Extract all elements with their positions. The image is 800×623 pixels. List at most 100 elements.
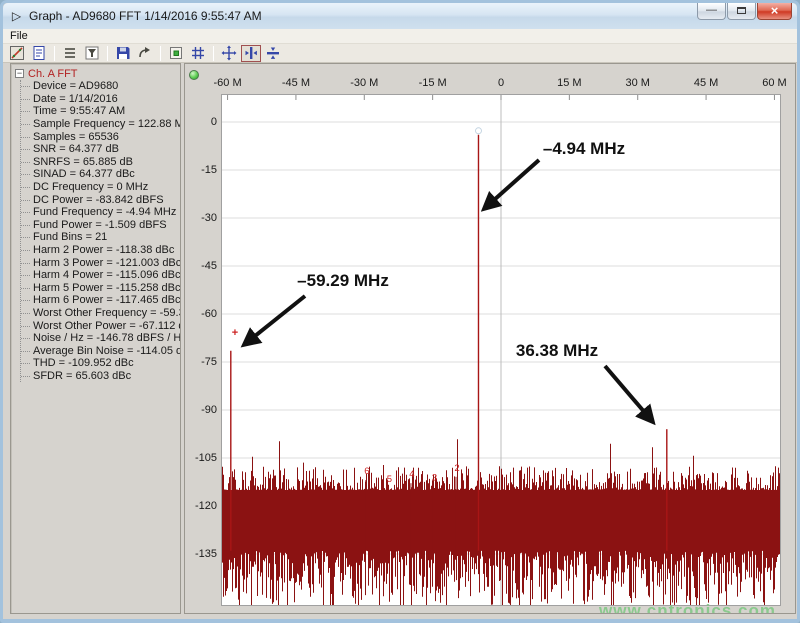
tree-item[interactable]: SNR = 64.377 dB [21,143,180,156]
y-tick-label: -30 [187,212,217,224]
x-tick-label: 30 M [615,77,661,89]
tree-item[interactable]: Harm 2 Power = -118.38 dBc [21,244,180,257]
export-icon [137,45,153,61]
tree-item[interactable]: Noise / Hz = -146.78 dBFS / Hz [21,332,180,345]
tree-item[interactable]: Harm 5 Power = -115.258 dBc [21,282,180,295]
annotation-label: 36.38 MHz [516,341,598,360]
tree-item[interactable]: DC Frequency = 0 MHz [21,181,180,194]
x-tick-label: 15 M [546,77,592,89]
save-icon [115,45,131,61]
y-tick-label: -135 [187,548,217,560]
tree-root-label: Ch. A FFT [28,68,78,80]
list-button[interactable] [60,45,80,62]
tree-item[interactable]: Harm 6 Power = -117.465 dBc [21,294,180,307]
results-tree: − Ch. A FFT Device = AD9680Date = 1/14/2… [11,64,180,382]
tree-item[interactable]: DC Power = -83.842 dBFS [21,193,180,206]
vertical-split-button[interactable] [241,45,261,62]
tree-item[interactable]: Samples = 65536 [21,130,180,143]
vertical-split-icon [243,45,259,61]
tree-item[interactable]: THD = -109.952 dBc [21,357,180,370]
plus-marker: + [232,327,238,339]
maximize-icon [737,7,746,14]
window-title: Graph - AD9680 FFT 1/14/2016 9:55:47 AM [29,9,262,23]
x-tick-label: 0 [478,77,524,89]
menu-bar: File [3,29,797,44]
export-button[interactable] [135,45,155,62]
tree-item[interactable]: Harm 4 Power = -115.096 dBc [21,269,180,282]
close-button[interactable]: × [757,3,792,20]
tree-item[interactable]: SINAD = 64.377 dBc [21,168,180,181]
y-tick-label: -60 [187,308,217,320]
filter-button[interactable] [82,45,102,62]
save-button[interactable] [113,45,133,62]
tree-root-row[interactable]: − Ch. A FFT [15,67,180,80]
harmonic-marker-label: 3 [432,472,437,483]
y-tick-label: -75 [187,356,217,368]
y-tick-label: -15 [187,164,217,176]
grid-icon [190,45,206,61]
marker-button[interactable] [166,45,186,62]
harmonic-marker-label: 5 [387,474,392,485]
x-tick-label: -45 M [273,77,319,89]
tree-item[interactable]: Sample Frequency = 122.88 MHz [21,118,180,131]
minimize-button[interactable]: — [697,3,726,20]
tree-item[interactable]: Fund Power = -1.509 dBFS [21,219,180,232]
tree-item[interactable]: Date = 1/14/2016 [21,93,180,106]
title-bar[interactable]: ▷ Graph - AD9680 FFT 1/14/2016 9:55:47 A… [3,3,797,29]
horizontal-split-icon [265,45,281,61]
report-button[interactable] [29,45,49,62]
x-tick-label: -30 M [341,77,387,89]
y-tick-label: -90 [187,404,217,416]
harmonic-marker-label: 4 [409,469,414,480]
toolbar [3,44,797,63]
annotation-label: –4.94 MHz [543,139,625,158]
fft-plot[interactable]: 2 3 4 5 6 + –4.94 MHz –59.29 MHz 36.38 MHz [221,94,781,606]
annotation-label: –59.29 MHz [297,271,389,290]
report-icon [31,45,47,61]
tree-item[interactable]: Time = 9:55:47 AM [21,105,180,118]
toolbar-separator [54,46,55,61]
filter-icon [84,45,100,61]
app-window: ▷ Graph - AD9680 FFT 1/14/2016 9:55:47 A… [0,0,800,623]
tree-item[interactable]: Fund Bins = 21 [21,231,180,244]
toolbar-separator [160,46,161,61]
scatter-plot-icon [9,45,25,61]
tree-item[interactable]: Device = AD9680 [21,80,180,93]
window-controls: — × [696,3,792,20]
y-tick-label: -120 [187,500,217,512]
x-tick-label: -15 M [410,77,456,89]
y-tick-label: -45 [187,260,217,272]
status-led-icon [189,70,199,80]
toolbar-separator [213,46,214,61]
maximize-button[interactable] [727,3,756,20]
scatter-plot-button[interactable] [7,45,27,62]
fft-results-panel[interactable]: − Ch. A FFT Device = AD9680Date = 1/14/2… [10,63,181,614]
tree-item[interactable]: Fund Frequency = -4.94 MHz [21,206,180,219]
tree-items: Device = AD9680Date = 1/14/2016Time = 9:… [20,80,180,382]
tree-item[interactable]: SFDR = 65.603 dBc [21,370,180,383]
tree-item[interactable]: SNRFS = 65.885 dB [21,156,180,169]
marker-icon [168,45,184,61]
x-tick-label: -60 M [205,77,251,89]
watermark: www.cntronics.com [599,601,776,614]
tree-item[interactable]: Worst Other Frequency = -59.38 MHz [21,307,180,320]
harmonic-marker-label: 2 [454,463,459,474]
horizontal-split-button[interactable] [263,45,283,62]
collapse-icon[interactable]: − [15,69,24,78]
app-icon: ▷ [9,9,24,24]
tree-item[interactable]: Average Bin Noise = -114.05 dBFS [21,344,180,357]
list-icon [62,45,78,61]
grid-button[interactable] [188,45,208,62]
x-tick-label: 60 M [751,77,796,89]
menu-file[interactable]: File [3,30,35,42]
x-tick-label: 45 M [683,77,729,89]
harmonic-marker-label: 6 [364,466,369,477]
y-tick-label: 0 [187,116,217,128]
tree-item[interactable]: Worst Other Power = -67.112 dBFS [21,319,180,332]
pan-button[interactable] [219,45,239,62]
tree-item[interactable]: Harm 3 Power = -121.003 dBc [21,256,180,269]
fft-plot-panel[interactable]: -60 M -45 M -30 M -15 M 0 15 M 30 M 45 M 60 M 0 -… [184,63,796,614]
y-tick-label: -105 [187,452,217,464]
toolbar-separator [107,46,108,61]
pan-icon [221,45,237,61]
